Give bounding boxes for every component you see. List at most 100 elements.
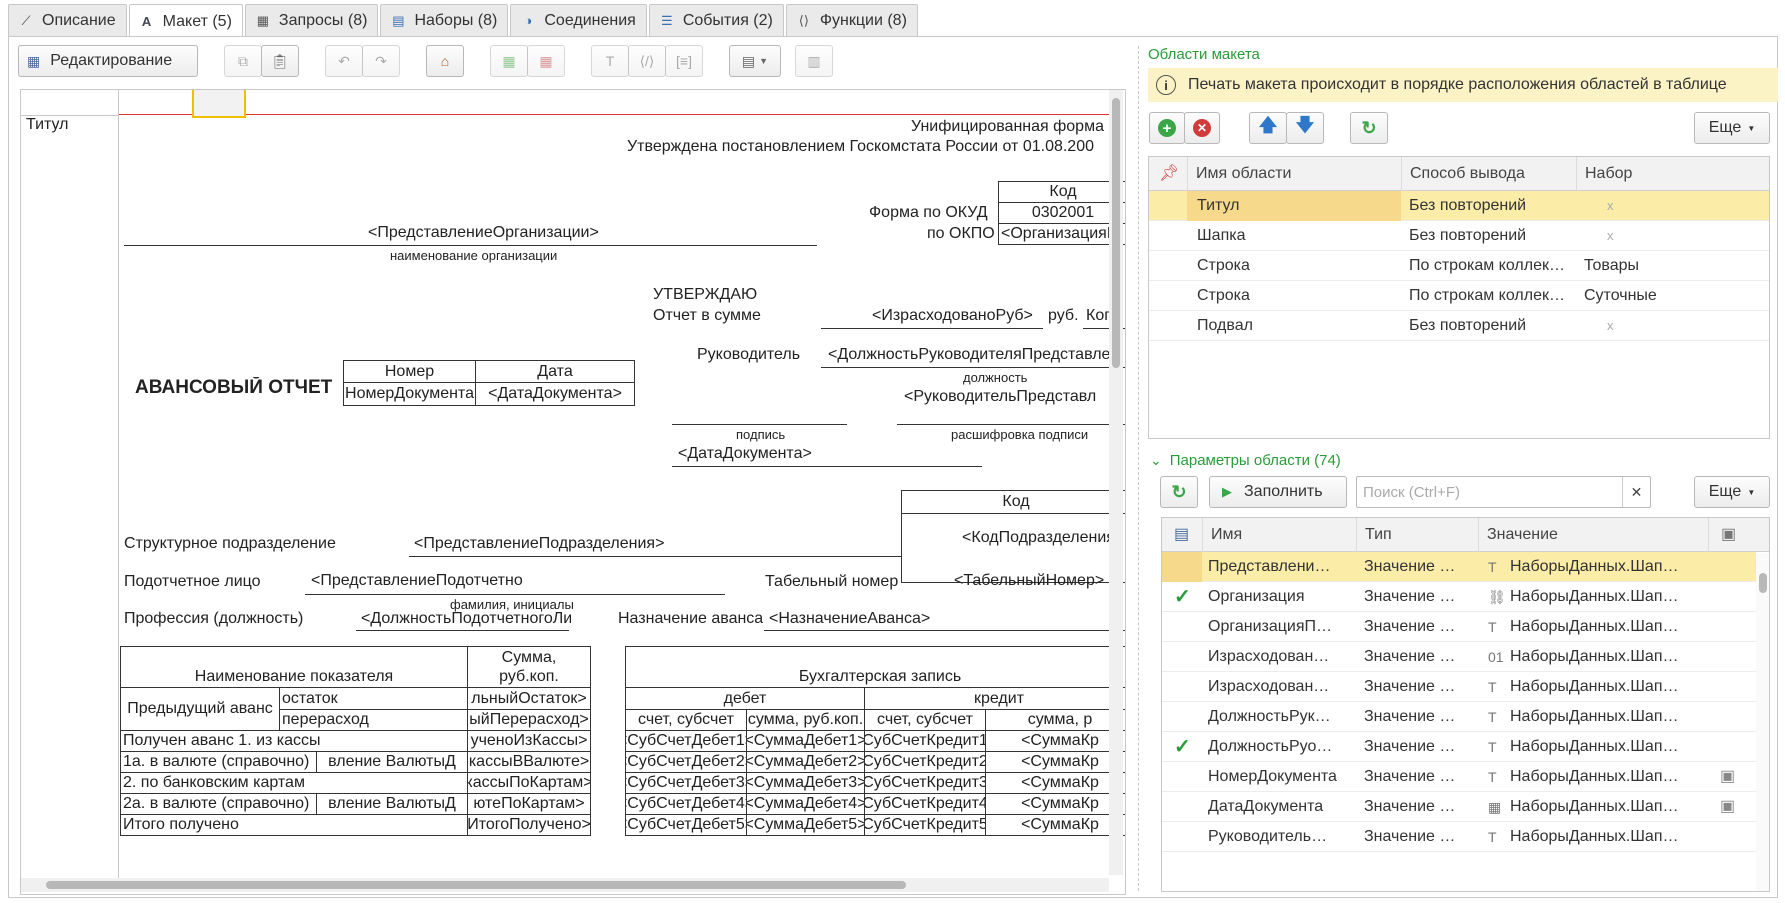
move-down-button[interactable]: 🡇︎ xyxy=(1286,112,1324,144)
delete-row-button[interactable]: ▦ xyxy=(527,45,565,77)
tab-layout[interactable]: A Макет (5) xyxy=(128,4,243,38)
check-icon[interactable] xyxy=(1162,792,1202,822)
tab-description[interactable]: ⟋ Описание xyxy=(8,4,127,36)
param-value-cell[interactable]: НаборыДанных.Шап… xyxy=(1502,582,1708,612)
col-param-name[interactable]: Имя xyxy=(1202,518,1356,552)
t1-overspend[interactable]: перерасход xyxy=(279,709,468,731)
copy-button[interactable]: ⧉ xyxy=(224,45,262,77)
area-name-cell[interactable]: Строка xyxy=(1187,251,1401,281)
param-row[interactable]: НомерДокумента Значение … T НаборыДанных.Ша… xyxy=(1162,762,1756,792)
org-param[interactable]: <ПредставлениеОрганизации> xyxy=(368,224,599,242)
param-name-cell[interactable]: Представлени… xyxy=(1202,552,1356,582)
t2-row-cell[interactable]: <СубСчетДебет2> xyxy=(625,751,747,773)
tab-connections[interactable]: ◑ Соединения xyxy=(510,4,647,36)
param-type-cell[interactable]: Значение … xyxy=(1356,582,1478,612)
check-icon[interactable] xyxy=(1162,552,1202,582)
refresh-areas-button[interactable]: ↻ xyxy=(1350,112,1388,144)
param-name-cell[interactable]: Руководитель… xyxy=(1202,822,1356,852)
t1-row-currency[interactable]: вление ВалютыД xyxy=(316,751,468,773)
check-icon[interactable] xyxy=(1162,822,1202,852)
tab-sets[interactable]: ▤ Наборы (8) xyxy=(380,4,509,36)
param-value-cell[interactable]: НаборыДанных.Шап… xyxy=(1502,642,1708,672)
area-mode-cell[interactable]: Без повторений xyxy=(1401,311,1576,341)
params-vscroll-thumb[interactable] xyxy=(1759,573,1767,593)
col-param-type[interactable]: Тип xyxy=(1356,518,1478,552)
move-up-button[interactable]: 🡅︎ xyxy=(1249,112,1287,144)
add-area-button[interactable]: + xyxy=(1149,112,1185,144)
param-name-cell[interactable]: ОрганизацияП… xyxy=(1202,612,1356,642)
param-name-cell[interactable]: Израсходован… xyxy=(1202,672,1356,702)
t1-name-header[interactable]: Наименование показателя xyxy=(120,646,468,688)
purpose-param[interactable]: <НазначениеАванса> xyxy=(769,610,930,628)
date-value-cell[interactable]: <ДатаДокумента> xyxy=(475,382,635,406)
param-type-cell[interactable]: Значение … xyxy=(1356,702,1478,732)
param-settings-icon[interactable]: ▣ xyxy=(1708,792,1753,822)
param-settings-icon[interactable] xyxy=(1708,582,1753,612)
param-value-cell[interactable]: НаборыДанных.Шап… xyxy=(1502,762,1708,792)
tab-events[interactable]: ☰ События (2) xyxy=(648,4,784,36)
clear-set-icon[interactable] xyxy=(1599,281,1623,311)
area-row[interactable]: Шапка Без повторений x xyxy=(1149,221,1769,251)
head-position-param[interactable]: <ДолжностьРуководителяПредставле xyxy=(828,346,1125,364)
t1-row-name[interactable]: Получен аванс 1. из кассы xyxy=(120,730,468,752)
param-type-cell[interactable]: Значение … xyxy=(1356,672,1478,702)
date-header-cell[interactable]: Дата xyxy=(475,360,635,383)
code-header-cell-2[interactable]: Код xyxy=(901,490,1125,514)
sheet-vscroll-thumb[interactable] xyxy=(1112,98,1120,368)
t2-row-cell[interactable]: <СуммаДебет5> xyxy=(746,814,865,836)
area-name-cell[interactable]: Строка xyxy=(1187,281,1401,311)
param-row[interactable]: ОрганизацияП… Значение … T НаборыДанных.Шап… xyxy=(1162,612,1756,642)
area-mode-cell[interactable]: По строкам коллек… xyxy=(1401,281,1576,311)
t1-row-value[interactable]: ютеПоКартам> xyxy=(467,793,591,815)
param-settings-icon[interactable]: ▣ xyxy=(1708,762,1753,792)
param-settings-icon[interactable] xyxy=(1708,642,1753,672)
t1-prev-advance[interactable]: Предыдущий аванс xyxy=(120,687,280,731)
t1-row-value[interactable]: кассыПоКартам> xyxy=(467,772,591,794)
t2-row-cell[interactable]: <СуммаКр xyxy=(985,730,1125,752)
clear-set-icon[interactable]: x xyxy=(1599,221,1623,251)
t2-credit[interactable]: кредит xyxy=(864,687,1125,710)
t2-row-cell[interactable]: СубСчетКредит2 xyxy=(864,751,986,773)
view-dropdown[interactable]: ▤ ▼ xyxy=(729,45,781,77)
t2-credit-sum[interactable]: сумма, р xyxy=(985,709,1125,731)
check-icon[interactable]: ✓ xyxy=(1162,582,1202,612)
param-settings-icon[interactable] xyxy=(1708,702,1753,732)
t1-row-name[interactable]: Итого получено xyxy=(120,814,468,836)
format-button[interactable]: ⌂ xyxy=(426,45,464,77)
okud-value-cell[interactable]: 0302001 xyxy=(998,202,1125,224)
dept-param[interactable]: <ПредставлениеПодразделения> xyxy=(414,535,664,553)
t2-row-cell[interactable]: <СубСчетДебет5> xyxy=(625,814,747,836)
profession-param[interactable]: <ДолжностьПодотчетногоЛи xyxy=(361,610,571,628)
area-name-cell[interactable]: Подвал xyxy=(1187,311,1401,341)
params-search-input[interactable]: Поиск (Ctrl+F) ✕ xyxy=(1356,476,1651,508)
param-row[interactable]: Израсходован… Значение … T НаборыДанных.Шап… xyxy=(1162,672,1756,702)
check-icon[interactable] xyxy=(1162,672,1202,702)
template-button[interactable]: [≡] xyxy=(665,45,703,77)
t1-remainder-value[interactable]: льныйОстаток> xyxy=(467,687,591,710)
t1-row-name[interactable]: 2. по банковским картам xyxy=(120,772,468,794)
head-repr-param[interactable]: <РуководительПредставл xyxy=(904,388,1125,406)
t2-row-cell[interactable]: <СуммаДебет4> xyxy=(746,793,865,815)
col-set[interactable]: Набор xyxy=(1576,157,1769,191)
t2-row-cell[interactable]: <СуммаКр xyxy=(985,814,1125,836)
check-icon[interactable]: ✓ xyxy=(1162,732,1202,762)
sheet-horizontal-scrollbar[interactable] xyxy=(21,878,1109,892)
t2-row-cell[interactable]: СубСчетКредит5 xyxy=(864,814,986,836)
col-param-value[interactable]: Значение xyxy=(1478,518,1708,552)
doc-date-param[interactable]: <ДатаДокумента> xyxy=(678,445,812,463)
param-row[interactable]: Израсходован… Значение … 01 НаборыДанных.Ша… xyxy=(1162,642,1756,672)
t2-row-cell[interactable]: <СуммаКр xyxy=(985,772,1125,794)
expression-button[interactable]: ⟨/⟩ xyxy=(628,45,666,77)
t1-overspend-value[interactable]: ыйПерерасход> xyxy=(467,709,591,731)
areas-more-button[interactable]: Еще ▼ xyxy=(1694,112,1770,144)
param-row[interactable]: ✓ Организация Значение … ⛓ НаборыДанных.Шап… xyxy=(1162,582,1756,612)
t2-credit-acc[interactable]: счет, субсчет xyxy=(864,709,986,731)
area-name-cell[interactable]: Шапка xyxy=(1187,221,1401,251)
clear-set-icon[interactable]: x xyxy=(1599,191,1623,221)
edit-button[interactable]: ▦ Редактирование xyxy=(18,45,198,77)
okpo-value-cell[interactable]: <ОрганизацияП xyxy=(998,223,1125,245)
tab-number-param[interactable]: <ТабельныйНомер> xyxy=(954,572,1104,590)
area-mode-cell[interactable]: Без повторений xyxy=(1401,191,1576,221)
param-row[interactable]: ДолжностьРук… Значение … T НаборыДанных.Шап… xyxy=(1162,702,1756,732)
param-row[interactable]: Руководитель… Значение … T НаборыДанных.Шап… xyxy=(1162,822,1756,852)
